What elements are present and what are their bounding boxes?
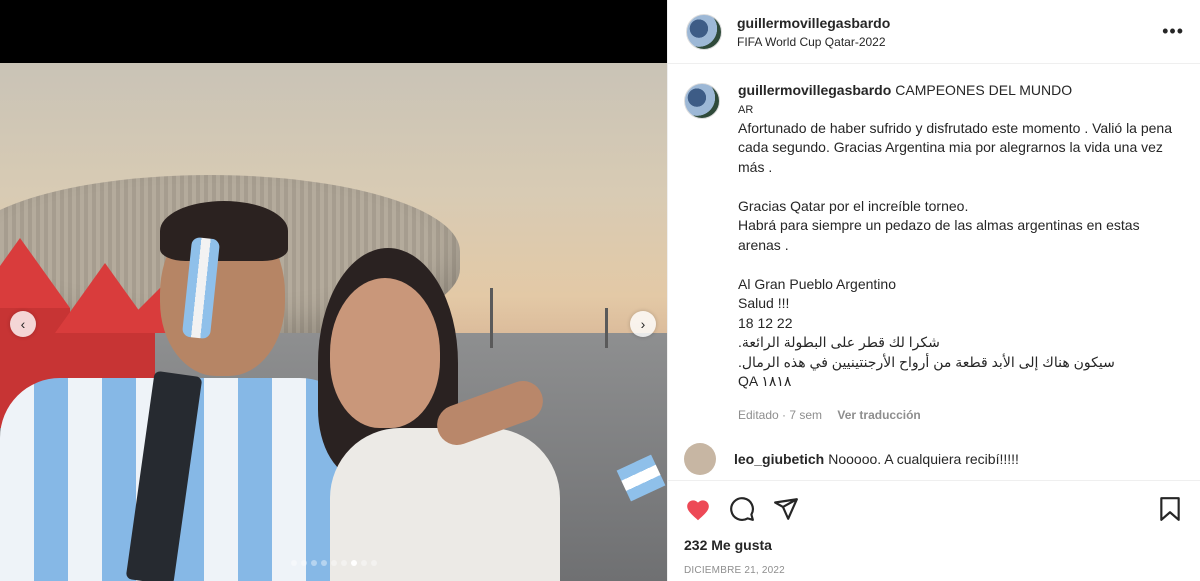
like-button[interactable]	[684, 495, 712, 523]
carousel-dot	[310, 560, 317, 566]
action-icons	[684, 481, 1184, 537]
caption-time[interactable]: Editado · 7 sem	[738, 408, 822, 422]
save-button[interactable]	[1156, 495, 1184, 523]
caption-arabic-1: شكرا لك قطر على البطولة الرائعة.	[738, 334, 940, 350]
caption-arabic-3: QA ١٨١٨	[738, 373, 792, 389]
avatar[interactable]	[684, 443, 716, 475]
post-media: ‹ ›	[0, 0, 667, 581]
carousel-dot	[320, 560, 327, 566]
carousel-dot	[370, 560, 377, 566]
photo-man-hair	[160, 201, 288, 261]
post-date: DICIEMBRE 21, 2022	[684, 565, 785, 576]
carousel-dot	[340, 560, 347, 566]
caption-avatar[interactable]	[684, 83, 720, 119]
translate-link[interactable]: Ver traducción	[837, 408, 920, 422]
caption: guillermovillegasbardo CAMPEONES DEL MUND…	[684, 81, 1184, 425]
comments-panel[interactable]: guillermovillegasbardo CAMPEONES DEL MUND…	[668, 65, 1200, 480]
carousel-dot	[330, 560, 337, 566]
chevron-left-icon: ‹	[20, 316, 26, 332]
comment-username[interactable]: leo_giubetich	[734, 451, 824, 467]
carousel-dot	[290, 560, 297, 566]
carousel-dots	[0, 560, 667, 566]
carousel-prev-button[interactable]: ‹	[10, 311, 36, 337]
comment-body: Nooooo. A cualquiera recibí!!!!!	[828, 451, 1019, 467]
post-photo[interactable]	[0, 63, 667, 581]
caption-username[interactable]: guillermovillegasbardo	[738, 82, 891, 98]
carousel-dot	[350, 560, 357, 566]
author-username[interactable]: guillermovillegasbardo	[737, 15, 1162, 31]
carousel-dot	[300, 560, 307, 566]
share-icon	[774, 498, 798, 520]
comment-button[interactable]	[728, 495, 756, 523]
bookmark-icon	[1160, 497, 1180, 521]
post-details: guillermovillegasbardo FIFA World Cup Qa…	[667, 0, 1200, 581]
caption-meta: Editado · 7 sem Ver traducción	[738, 406, 1184, 426]
photo-pole	[605, 308, 608, 348]
photo-woman-face	[330, 278, 440, 428]
caption-body: guillermovillegasbardo CAMPEONES DEL MUND…	[738, 81, 1184, 425]
carousel-next-button[interactable]: ›	[630, 311, 656, 337]
heart-icon	[687, 500, 709, 521]
share-button[interactable]	[772, 495, 800, 523]
photo-pole	[490, 288, 493, 348]
likes-count[interactable]: 232 Me gusta	[684, 537, 1184, 553]
avatar[interactable]	[686, 13, 722, 50]
carousel-dot	[360, 560, 367, 566]
post-header: guillermovillegasbardo FIFA World Cup Qa…	[668, 0, 1200, 64]
post-location[interactable]: FIFA World Cup Qatar-2022	[737, 35, 1162, 49]
caption-flag-code: AR	[738, 103, 754, 116]
photo-woman-top	[330, 428, 560, 581]
caption-arabic-2: سيكون هناك إلى الأبد قطعة من أرواح الأرج…	[738, 353, 1115, 370]
chevron-right-icon: ›	[640, 316, 646, 332]
post-actions: 232 Me gusta DICIEMBRE 21, 2022	[668, 480, 1200, 576]
caption-headline: CAMPEONES DEL MUNDO	[895, 82, 1073, 98]
comment-text: leo_giubetich Nooooo. A cualquiera recibí…	[734, 451, 1019, 467]
comment-icon	[730, 497, 754, 521]
more-options-icon[interactable]: •••	[1162, 21, 1184, 42]
list-item: leo_giubetich Nooooo. A cualquiera recibí…	[684, 443, 1184, 475]
caption-text: Afortunado de haber sufrido y disfrutado…	[738, 119, 1173, 331]
header-meta: guillermovillegasbardo FIFA World Cup Qa…	[737, 15, 1162, 49]
